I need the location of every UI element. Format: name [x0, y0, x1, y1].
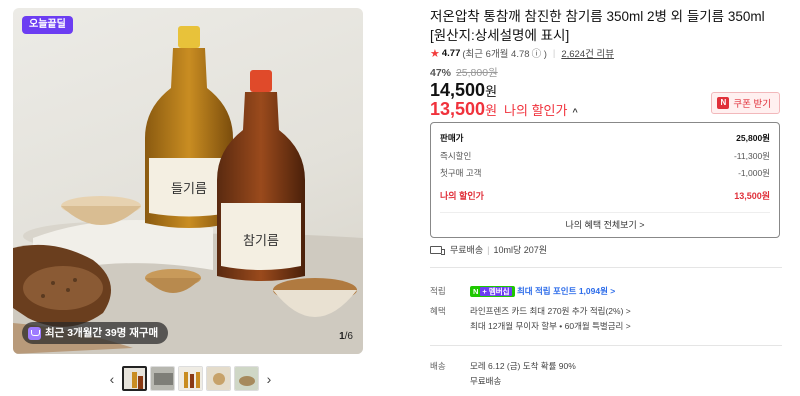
thumbnail-2[interactable]: [150, 366, 175, 391]
coupon-icon: N: [717, 97, 730, 109]
price-row-label: 판매가: [440, 133, 464, 143]
price-row-my-price: 나의 할인가 13,500원: [440, 189, 770, 202]
delivery-key: 배송: [430, 361, 446, 371]
bag-icon: [28, 326, 41, 340]
thumbnail-3[interactable]: [178, 366, 203, 391]
product-title: 저온압착 통참깨 참진한 참기름 350ml 2병 외 들기름 350ml [원…: [430, 9, 765, 43]
today-deal-badge: 오늘끝딜: [22, 16, 73, 34]
thumbnail-1[interactable]: [122, 366, 147, 391]
image-counter-total: /6: [344, 331, 353, 342]
delivery-eta: 모레 6.12 (금) 도착 확률 90%: [470, 361, 576, 371]
price-row-label: 즉시할인: [440, 151, 472, 161]
delivery-free: 무료배송: [470, 376, 502, 386]
sale-price: 14,500원: [430, 80, 497, 101]
shipping-summary: 무료배송 | 10ml당 207원: [430, 243, 547, 256]
points-text: 최대 적립 포인트: [516, 286, 577, 296]
rating-info-icon[interactable]: ⓘ ): [532, 46, 547, 60]
price-row-label: 나의 할인가: [440, 191, 484, 201]
original-price: 25,800원: [455, 67, 498, 79]
rating-row: ★ 4.77 (최근 6개월 4.78 ⓘ ) | 2,624건 리뷰: [430, 46, 614, 61]
price-breakdown-box: 판매가 25,800원 즉시할인 -11,300원 첫구매 고객 -1,000원…: [430, 122, 780, 238]
divider: [430, 345, 782, 346]
price-row-value: 25,800원: [736, 133, 770, 143]
points-value[interactable]: N + 멤버십 최대 적립 포인트 1,094원 >: [470, 285, 615, 297]
thumbnail-strip: ‹ ›: [105, 366, 276, 391]
sale-price-value: 14,500: [430, 80, 486, 100]
price-row-label: 첫구매 고객: [440, 168, 482, 178]
repurchase-stat-text: 최근 3개월간 39명 재구매: [45, 327, 159, 339]
my-discount-price[interactable]: 13,500원 나의 할인가 ^: [430, 99, 578, 120]
price-row-value: -11,300원: [733, 151, 770, 161]
points-amount: 1,094원 >: [578, 286, 616, 296]
prev-thumb-arrow-icon[interactable]: ‹: [105, 371, 119, 387]
truck-icon: [430, 245, 445, 255]
price-row-value: 13,500원: [734, 191, 770, 201]
product-image-gallery[interactable]: 들기름 참기름 오늘끝딜 최근 3개월간 39명 재구매 1/6: [13, 8, 363, 354]
rating-score: 4.77: [441, 47, 461, 59]
benefit-key: 혜택: [430, 306, 446, 316]
points-key: 적립: [430, 286, 446, 296]
divider: [440, 212, 770, 213]
coupon-button-label: 쿠폰 받기: [733, 99, 771, 110]
npay-badge: N + 멤버십: [470, 286, 515, 297]
right-bottle-label: 참기름: [243, 233, 279, 248]
benefit-installment-link[interactable]: 최대 12개월 무이자 할부 • 60개월 특별금리 >: [470, 320, 631, 332]
my-price-unit: 원: [485, 103, 498, 118]
membership-badge: + 멤버십: [480, 287, 512, 296]
benefit-card-link[interactable]: 라인프렌즈 카드 최대 270원 추가 적립(2%) >: [470, 305, 631, 317]
price-row-first-purchase: 첫구매 고객 -1,000원: [440, 167, 770, 179]
divider: [430, 267, 782, 268]
rating-separator: |: [552, 47, 556, 59]
npay-badge-n: N: [473, 287, 479, 296]
unit-price-text: 10ml당 207원: [493, 245, 548, 255]
chevron-up-icon[interactable]: ^: [572, 107, 577, 117]
discount-percent: 47%: [430, 67, 452, 79]
discount-row: 47% 25,800원: [430, 65, 498, 80]
sale-price-unit: 원: [485, 84, 498, 99]
repurchase-stat-pill: 최근 3개월간 39명 재구매: [22, 322, 169, 344]
next-thumb-arrow-icon[interactable]: ›: [262, 371, 276, 387]
price-row-instant-discount: 즉시할인 -11,300원: [440, 150, 770, 162]
left-bottle-label: 들기름: [171, 181, 207, 196]
product-photo: 들기름 참기름: [13, 26, 363, 354]
star-icon: ★: [430, 47, 440, 60]
review-count-link[interactable]: 2,624건 리뷰: [561, 46, 614, 60]
price-row-value: -1,000원: [738, 168, 770, 178]
price-row-sale: 판매가 25,800원: [440, 132, 770, 144]
my-price-value: 13,500: [430, 99, 486, 119]
free-shipping-text: 무료배송: [450, 245, 484, 255]
view-all-benefits-link[interactable]: 나의 혜택 전체보기 >: [431, 218, 779, 231]
coupon-download-button[interactable]: N 쿠폰 받기: [711, 92, 780, 114]
thumbnail-5[interactable]: [234, 366, 259, 391]
rating-recent: (최근 6개월 4.78: [462, 49, 530, 60]
image-counter: 1/6: [339, 331, 353, 342]
divider: |: [487, 244, 490, 255]
thumbnail-4[interactable]: [206, 366, 231, 391]
my-price-label: 나의 할인가: [504, 103, 568, 118]
